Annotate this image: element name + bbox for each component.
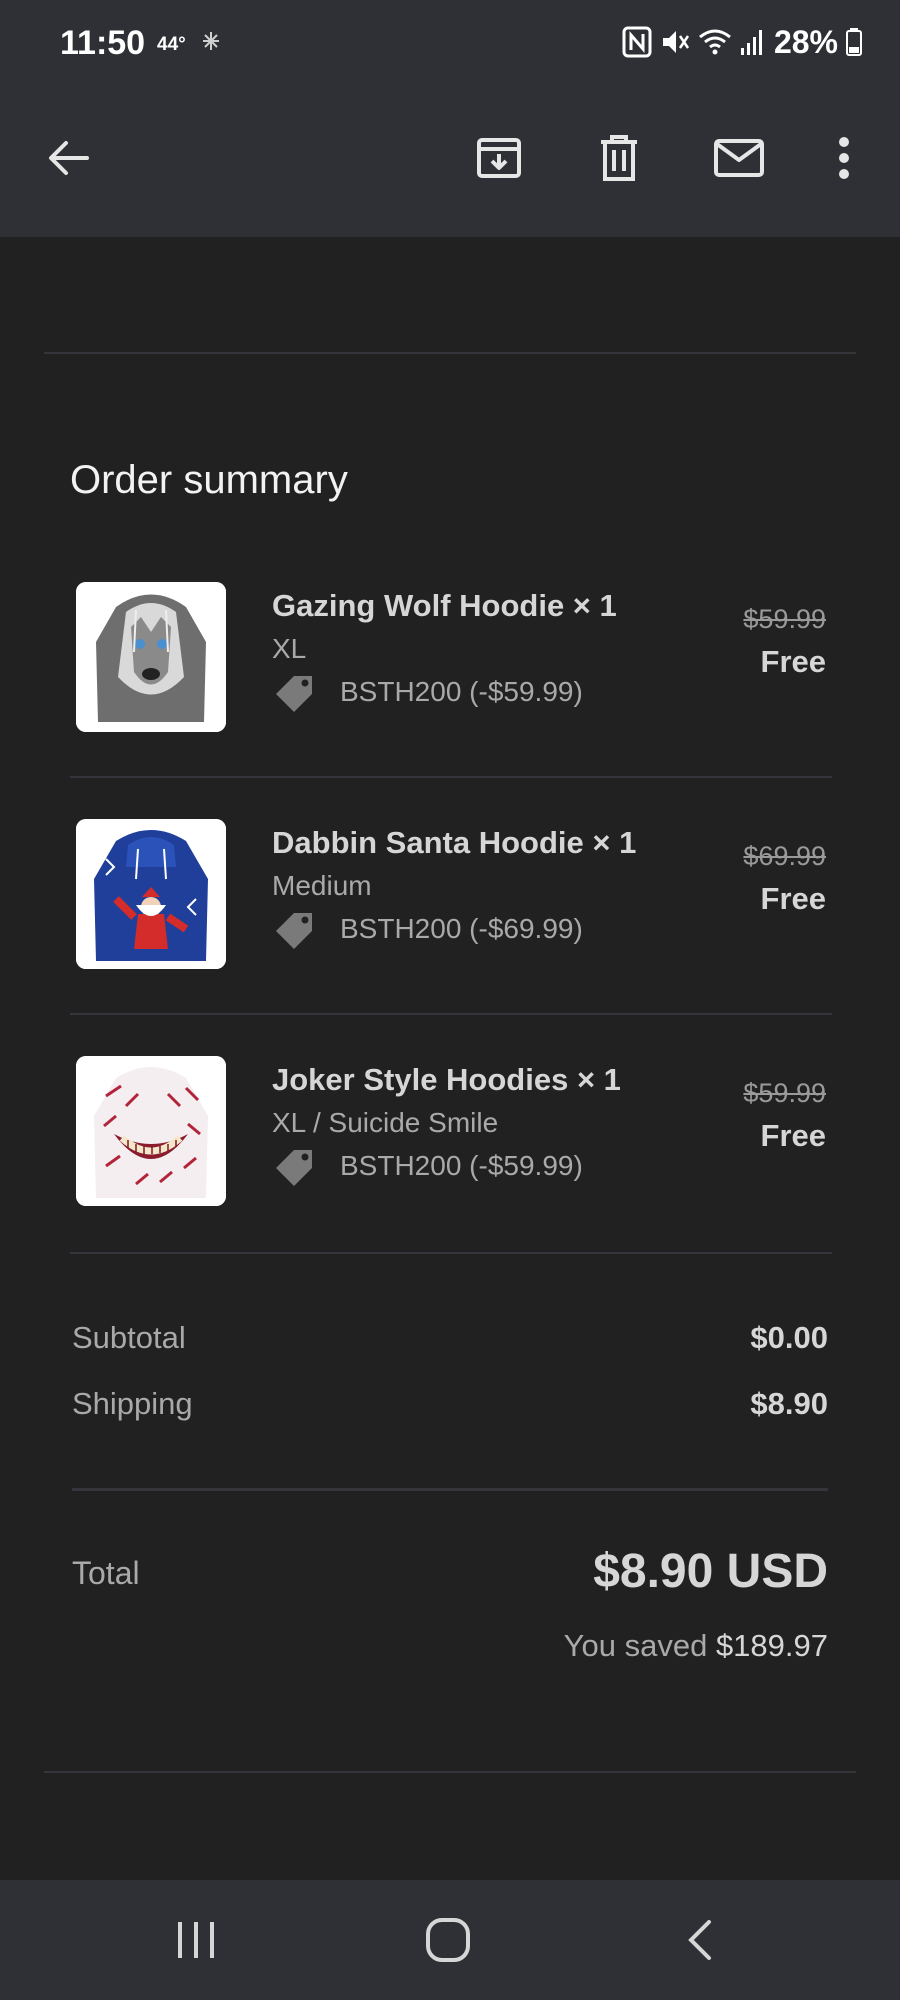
item-price: Free [760,881,826,916]
subtotal-label: Subtotal [72,1320,186,1355]
item-original-price: $59.99 [743,604,826,634]
nfc-icon [622,26,652,58]
shipping-label: Shipping [72,1386,193,1421]
section-divider-top [44,352,856,354]
item-price: Free [760,1118,826,1153]
product-image-wolf-hoodie [76,582,226,732]
home-icon [426,1918,470,1962]
wifi-icon [699,29,731,55]
item-divider [70,776,832,778]
status-time: 11:50 [60,24,146,62]
mark-unread-button[interactable] [707,126,771,190]
item-name: Gazing Wolf Hoodie × 1 [272,588,617,623]
item-price: Free [760,644,826,679]
recent-apps-icon [178,1922,214,1958]
system-navigation-bar [0,1880,900,2000]
item-variant: Medium [272,870,372,901]
chevron-left-icon [688,1920,711,1960]
back-button[interactable] [36,126,100,190]
item-original-price: $69.99 [743,841,826,871]
order-item[interactable]: Dabbin Santa Hoodie × 1 Medium BSTH200 (… [70,795,832,1032]
item-discount-code: BSTH200 (-$59.99) [340,1150,583,1181]
item-original-price: $59.99 [743,1078,826,1108]
total-value: $8.90 USD [593,1545,828,1598]
archive-button[interactable] [467,126,531,190]
status-bar: 11:50 44° 28% [0,0,900,92]
more-options-button[interactable] [812,126,876,190]
joker-hoodie-image [76,1056,226,1206]
archive-icon [477,138,521,178]
battery-icon [846,28,862,56]
status-temperature: 44° [157,34,186,55]
savings-label: You saved [563,1628,708,1663]
delete-button[interactable] [587,126,651,190]
email-toolbar [0,92,900,237]
savings-line: You saved $189.97 [564,1628,828,1664]
item-variant: XL [272,633,307,664]
trash-icon [601,135,637,181]
savings-amount: $189.97 [715,1628,828,1663]
mail-icon [714,139,764,177]
santa-hoodie-image [76,819,226,969]
signal-icon [740,30,762,55]
item-discount-code: BSTH200 (-$59.99) [340,676,583,707]
section-divider-bottom [44,1771,856,1773]
subtotal-value: $0.00 [750,1320,828,1355]
total-divider [72,1488,828,1491]
recent-apps-button[interactable] [166,1910,226,1970]
battery-percentage: 28% [773,23,838,60]
product-image-joker-hoodie [76,1056,226,1206]
back-nav-button[interactable] [670,1910,730,1970]
order-item[interactable]: Gazing Wolf Hoodie × 1 XL BSTH200 (-$59.… [70,558,832,795]
item-divider [70,1013,832,1015]
discount-tag-icon [276,676,312,712]
item-name: Dabbin Santa Hoodie × 1 [272,825,637,860]
discount-tag-icon [276,1150,312,1186]
item-name: Joker Style Hoodies × 1 [272,1062,621,1097]
item-variant: XL / Suicide Smile [272,1107,499,1138]
back-arrow-icon [49,141,89,175]
shipping-value: $8.90 [750,1386,828,1421]
product-image-santa-hoodie [76,819,226,969]
more-vertical-icon [839,137,849,179]
home-button[interactable] [418,1910,478,1970]
weather-icon [203,32,219,50]
item-discount-code: BSTH200 (-$69.99) [340,913,583,944]
total-label: Total [72,1555,140,1591]
mute-icon [662,31,689,53]
items-end-divider [70,1252,832,1254]
discount-tag-icon [276,913,312,949]
wolf-hoodie-image [76,582,226,732]
order-summary-title: Order summary [70,458,348,502]
order-item[interactable]: Joker Style Hoodies × 1 XL / Suicide Smi… [70,1032,832,1269]
